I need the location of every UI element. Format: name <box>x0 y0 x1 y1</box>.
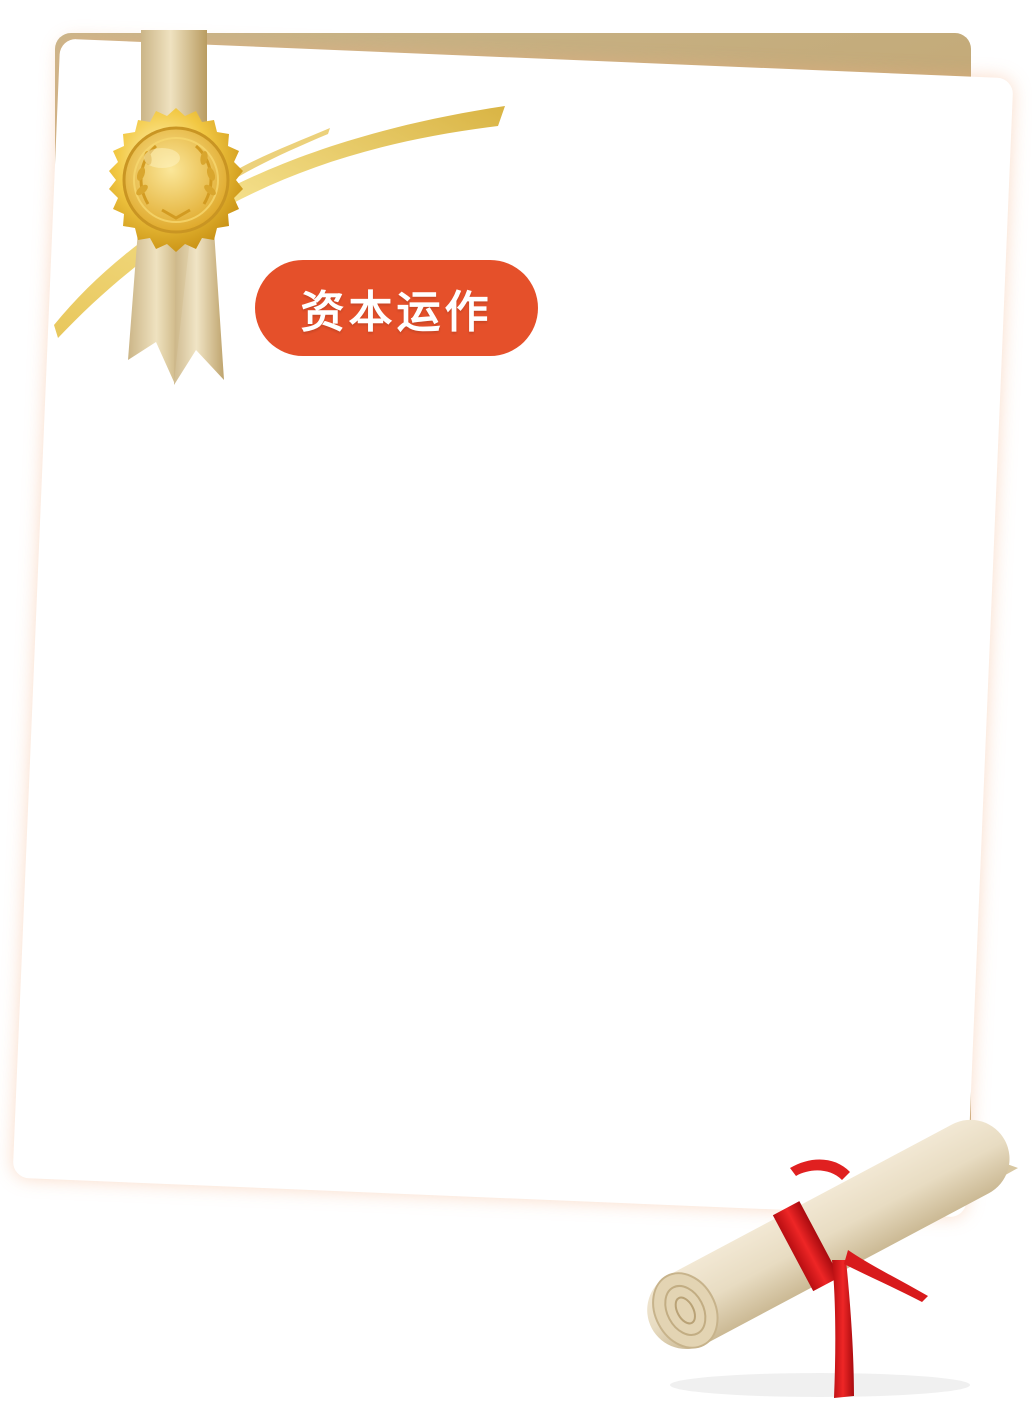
category-tag: 资本运作 <box>255 260 538 356</box>
gold-medal-seal-icon <box>109 30 243 385</box>
diploma-scroll-icon <box>647 1119 1018 1398</box>
certificate-frame: 资本运作 <box>0 0 1032 1407</box>
